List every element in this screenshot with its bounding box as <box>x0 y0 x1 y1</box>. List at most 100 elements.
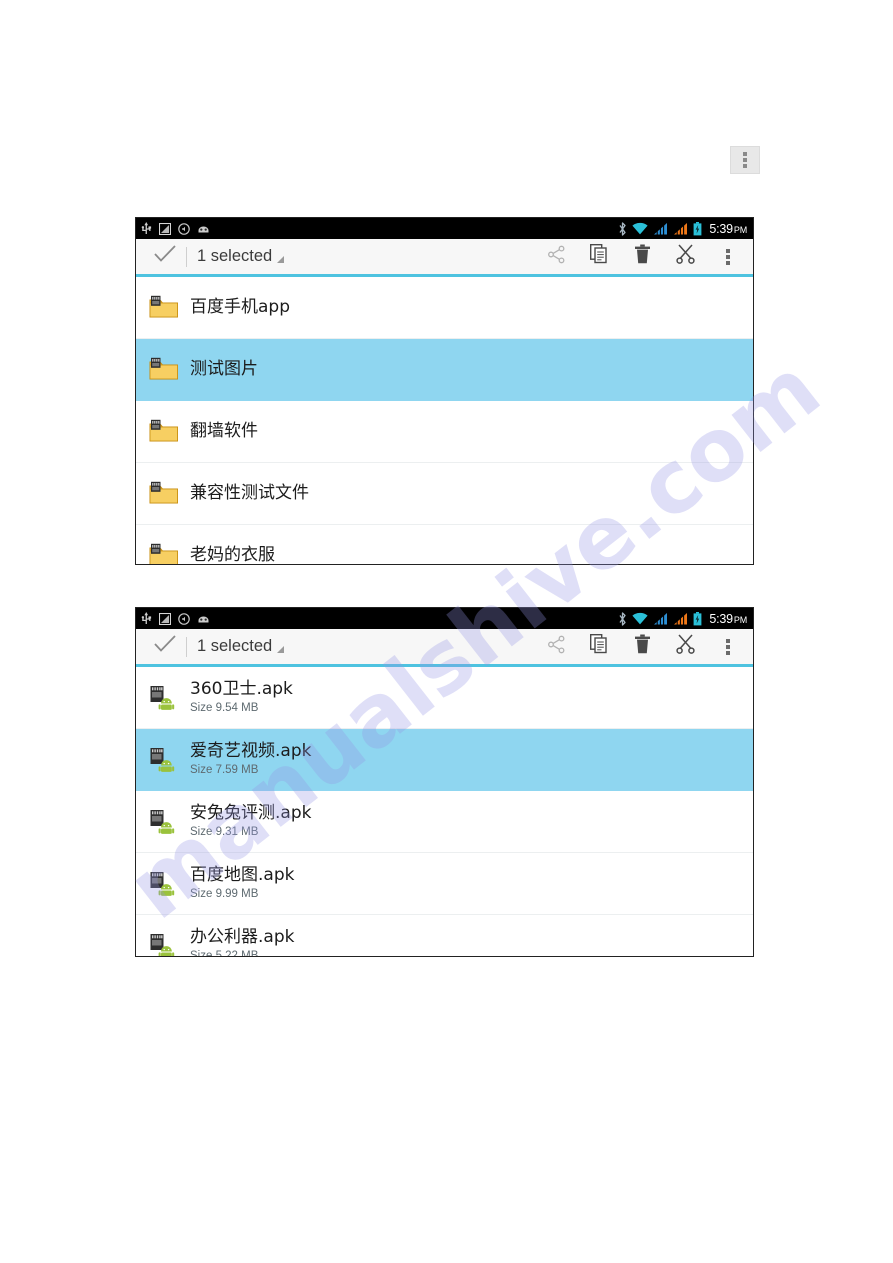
cut-button[interactable] <box>672 634 698 660</box>
action-bar: 1 selected <box>136 239 753 277</box>
folder-sd-icon <box>144 481 184 506</box>
share-button[interactable] <box>543 634 569 660</box>
apk-android-icon <box>144 871 184 897</box>
usb-icon <box>141 222 152 235</box>
mute-icon <box>178 222 190 235</box>
status-bar-left-icons <box>141 222 210 235</box>
signal-sim2-icon <box>673 612 688 625</box>
copy-button[interactable] <box>586 633 612 660</box>
folder-sd-icon <box>144 419 184 444</box>
wifi-icon <box>632 612 648 625</box>
status-bar-right-icons: 5:39PM <box>618 221 747 236</box>
list-item[interactable]: 老妈的衣服 <box>136 525 753 564</box>
device-screenshot-folders: 5:39PM 1 selected 百度手机app 测试图片 翻墙软件 兼容性测… <box>135 217 754 565</box>
select-all-button[interactable] <box>148 635 182 658</box>
more-button[interactable] <box>715 244 741 270</box>
copy-button[interactable] <box>586 243 612 270</box>
list-item-text: 安兔兔评测.apk Size 9.31 MB <box>184 803 311 839</box>
list-item[interactable]: 安兔兔评测.apk Size 9.31 MB <box>136 791 753 853</box>
cut-button[interactable] <box>672 244 698 270</box>
list-item-size: Size 7.59 MB <box>190 763 259 776</box>
android-status-bar: 5:39PM <box>136 218 753 239</box>
signal-sim1-icon <box>653 222 668 235</box>
more-button[interactable] <box>715 634 741 660</box>
list-item-name: 办公利器.apk <box>190 927 295 948</box>
bluetooth-icon <box>618 221 627 236</box>
wifi-icon <box>632 222 648 235</box>
overflow-menu-button[interactable] <box>730 146 760 174</box>
status-bar-clock: 5:39PM <box>709 611 747 626</box>
copy-icon <box>589 633 609 659</box>
list-item-name: 翻墙软件 <box>190 421 258 442</box>
share-icon <box>547 245 566 269</box>
list-item-name: 测试图片 <box>190 359 258 380</box>
apk-android-icon <box>144 685 184 711</box>
battery-charging-icon <box>693 611 702 626</box>
list-item[interactable]: 兼容性测试文件 <box>136 463 753 525</box>
list-item-text: 360卫士.apk Size 9.54 MB <box>184 679 293 715</box>
apk-list: 360卫士.apk Size 9.54 MB 爱奇艺视频.apk Size 7.… <box>136 667 753 957</box>
list-item-name: 百度手机app <box>190 297 290 318</box>
list-item-size: Size 9.31 MB <box>190 825 259 838</box>
status-bar-clock: 5:39PM <box>709 221 747 236</box>
list-item[interactable]: 360卫士.apk Size 9.54 MB <box>136 667 753 729</box>
delete-button[interactable] <box>629 244 655 270</box>
list-item[interactable]: 翻墙软件 <box>136 401 753 463</box>
list-item-text: 百度地图.apk Size 9.99 MB <box>184 865 294 901</box>
list-item-size: Size 9.99 MB <box>190 887 259 900</box>
dropdown-caret-icon <box>277 646 285 653</box>
action-buttons <box>543 243 745 270</box>
list-item-text: 测试图片 <box>184 359 258 379</box>
screenshot-icon <box>158 222 172 235</box>
list-item-name: 安兔兔评测.apk <box>190 803 312 824</box>
list-item-name: 百度地图.apk <box>190 865 295 886</box>
share-icon <box>547 635 566 659</box>
status-bar-left-icons <box>141 612 210 625</box>
action-bar: 1 selected <box>136 629 753 667</box>
signal-sim2-icon <box>673 222 688 235</box>
selection-title-dropdown[interactable]: 1 selected <box>197 247 285 266</box>
divider <box>186 636 187 657</box>
bluetooth-icon <box>618 611 627 626</box>
list-item-name: 爱奇艺视频.apk <box>190 741 312 762</box>
check-icon <box>154 635 176 658</box>
more-vertical-icon <box>726 248 730 265</box>
trash-icon <box>634 634 651 659</box>
folder-sd-icon <box>144 543 184 564</box>
folder-sd-icon <box>144 295 184 320</box>
selection-title-dropdown[interactable]: 1 selected <box>197 637 285 656</box>
scissors-icon <box>675 244 695 269</box>
selection-count-label: 1 selected <box>197 637 273 655</box>
scissors-icon <box>675 634 695 659</box>
list-item-text: 兼容性测试文件 <box>184 483 309 503</box>
copy-icon <box>589 243 609 269</box>
device-screenshot-apks: 5:39PM 1 selected 360卫士.apk Size 9.54 MB… <box>135 607 754 957</box>
list-item[interactable]: 爱奇艺视频.apk Size 7.59 MB <box>136 729 753 791</box>
screenshot-icon <box>158 612 172 625</box>
list-item-size: Size 9.54 MB <box>190 701 259 714</box>
list-item[interactable]: 测试图片 <box>136 339 753 401</box>
folder-sd-icon <box>144 357 184 382</box>
delete-button[interactable] <box>629 634 655 660</box>
selection-count-label: 1 selected <box>197 247 273 265</box>
list-item-text: 老妈的衣服 <box>184 545 275 564</box>
battery-charging-icon <box>693 221 702 236</box>
check-icon <box>154 245 176 268</box>
select-all-button[interactable] <box>148 245 182 268</box>
share-button[interactable] <box>543 244 569 270</box>
usb-icon <box>141 612 152 625</box>
list-item-text: 办公利器.apk Size 5.22 MB <box>184 927 295 957</box>
folder-list: 百度手机app 测试图片 翻墙软件 兼容性测试文件 老妈的衣服 <box>136 277 753 564</box>
trash-icon <box>634 244 651 269</box>
list-item-name: 兼容性测试文件 <box>190 483 309 504</box>
list-item-size: Size 5.22 MB <box>190 949 259 957</box>
app-icon <box>197 614 210 624</box>
signal-sim1-icon <box>653 612 668 625</box>
action-buttons <box>543 633 745 660</box>
more-vertical-icon <box>726 638 730 655</box>
list-item[interactable]: 办公利器.apk Size 5.22 MB <box>136 915 753 957</box>
list-item[interactable]: 百度手机app <box>136 277 753 339</box>
list-item-text: 翻墙软件 <box>184 421 258 441</box>
dropdown-caret-icon <box>277 256 285 263</box>
list-item[interactable]: 百度地图.apk Size 9.99 MB <box>136 853 753 915</box>
